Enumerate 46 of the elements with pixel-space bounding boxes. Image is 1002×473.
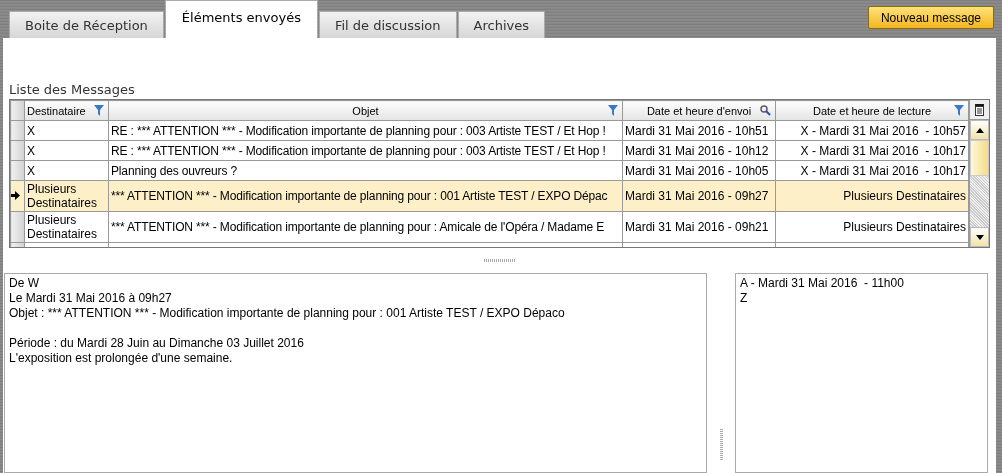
table-cell: Mardi 31 Mai 2016 - 09h21 <box>625 220 769 234</box>
message-line: Le Mardi 31 Mai 2016 à 09h27 <box>9 291 173 306</box>
filter-icon[interactable] <box>954 105 964 116</box>
table-cell: X <box>27 163 35 178</box>
scrollbar-thumb[interactable] <box>970 140 989 176</box>
table-cell: Plusieurs Destinataires <box>27 213 98 241</box>
column-settings-icon[interactable] <box>975 103 984 116</box>
message-line: A - Mardi 31 Mai 2016 - 11h00 <box>740 276 905 291</box>
message-line: De W <box>9 276 40 291</box>
table-cell: RE : *** ATTENTION *** - Modification importante de planning pour : 003 Artiste TEST / Et Hop ! <box>111 123 606 138</box>
filter-icon[interactable] <box>608 105 618 116</box>
table-cell: RE : *** ATTENTION *** - Modification importante de planning pour : 003 Artiste TEST / Et Hop ! <box>111 143 606 158</box>
table-cell: Mardi 31 Mai 2016 - 10h05 <box>625 163 769 178</box>
tab[interactable]: Fil de discussion <box>318 11 457 38</box>
splitter-grip[interactable] <box>483 259 516 262</box>
table-cell: Mardi 31 Mai 2016 - 10h12 <box>625 143 769 158</box>
table-cell: Planning des ouvreurs ? <box>111 163 237 178</box>
table-cell: Mardi 31 Mai 2016 - 09h27 <box>625 189 769 203</box>
message-line: Z <box>740 291 749 306</box>
tab[interactable]: Boite de Réception <box>9 11 164 38</box>
search-icon[interactable] <box>760 105 771 116</box>
table-cell: *** ATTENTION *** - Modification importante de planning pour : 001 Artiste TEST / EXPO Dépac <box>111 189 608 203</box>
table-cell: Plusieurs Destinataires <box>843 220 966 234</box>
table-cell: *** ATTENTION *** - Modification importante de planning pour : Amicale de l'Opéra / Madame E <box>111 220 605 234</box>
column-header-label[interactable]: Objet <box>352 103 379 118</box>
table-cell: X <box>27 123 35 138</box>
table-cell: X - Mardi 31 Mai 2016 - 10h17 <box>800 143 966 158</box>
message-line: L'exposition est prolongée d'une semaine. <box>9 351 234 366</box>
down-arrow-icon <box>975 234 984 240</box>
table-cell: Plusieurs Destinataires <box>843 189 966 203</box>
table-cell: X - Mardi 31 Mai 2016 - 10h17 <box>800 163 966 178</box>
scroll-down-button[interactable] <box>970 227 989 247</box>
splitter-grip[interactable] <box>719 429 723 461</box>
table-cell: Plusieurs Destinataires <box>27 182 98 210</box>
up-arrow-icon <box>975 127 984 133</box>
list-title: Liste des Messages <box>9 81 136 99</box>
table-cell: X - Mardi 31 Mai 2016 - 10h57 <box>800 123 966 138</box>
table-cell: Mardi 31 Mai 2016 - 10h51 <box>625 123 769 138</box>
tab[interactable]: Archives <box>457 11 545 38</box>
tab[interactable]: Éléments envoyés <box>164 0 318 38</box>
scroll-up-button[interactable] <box>970 120 989 140</box>
message-line: Période : du Mardi 28 Juin au Dimanche 03 Juillet 2016 <box>9 336 305 351</box>
new-message-button[interactable]: Nouveau message <box>867 6 994 29</box>
message-line: Objet : *** ATTENTION *** - Modification importante de planning pour : 001 Artiste TEST / EXPO Dépaco <box>9 306 566 321</box>
table-cell: X <box>27 143 35 158</box>
filter-icon[interactable] <box>94 105 104 116</box>
